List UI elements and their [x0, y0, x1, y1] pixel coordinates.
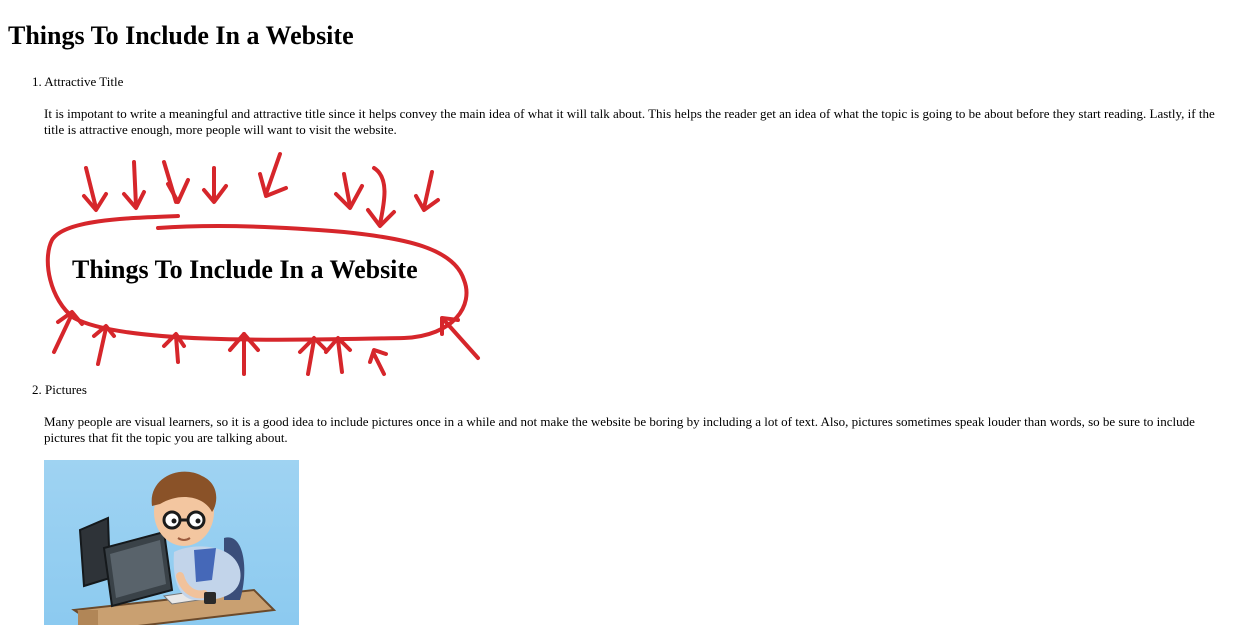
list-number: 2.: [32, 382, 42, 397]
list-number: 1.: [32, 74, 42, 89]
boy-at-computer-icon: [71, 471, 277, 625]
list-heading: Attractive Title: [44, 74, 124, 89]
page: Things To Include In a Website 1. Attrac…: [0, 0, 1234, 630]
paragraph-attractive-title: It is impotant to write a meaningful and…: [44, 106, 1215, 137]
list-item-pictures: 2. Pictures: [32, 382, 87, 398]
list-heading: Pictures: [45, 382, 87, 397]
page-title: Things To Include In a Website: [8, 21, 354, 50]
annotated-title-image: Things To Include In a Website: [44, 150, 494, 382]
paragraph-pictures: Many people are visual learners, so it i…: [44, 414, 1195, 445]
figure-title-text: Things To Include In a Website: [72, 255, 418, 284]
list-item-attractive-title: 1. Attractive Title: [32, 74, 123, 90]
boy-at-computer-image: [44, 460, 299, 625]
